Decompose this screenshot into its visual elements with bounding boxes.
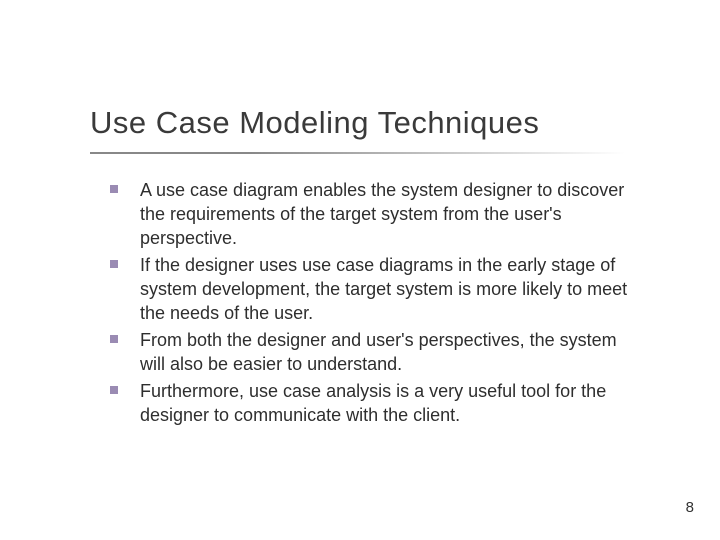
bullet-text: From both the designer and user's perspe… [140, 328, 640, 376]
bullet-text: A use case diagram enables the system de… [140, 178, 640, 250]
slide-title-block: Use Case Modeling Techniques [90, 105, 680, 141]
page-number: 8 [686, 499, 694, 516]
square-bullet-icon [110, 335, 118, 343]
list-item: A use case diagram enables the system de… [110, 178, 640, 250]
slide: Use Case Modeling Techniques A use case … [0, 0, 720, 540]
list-item: From both the designer and user's perspe… [110, 328, 640, 376]
title-underline [90, 152, 625, 154]
square-bullet-icon [110, 260, 118, 268]
square-bullet-icon [110, 185, 118, 193]
square-bullet-icon [110, 386, 118, 394]
list-item: Furthermore, use case analysis is a very… [110, 379, 640, 427]
list-item: If the designer uses use case diagrams i… [110, 253, 640, 325]
slide-body: A use case diagram enables the system de… [110, 178, 640, 430]
slide-title: Use Case Modeling Techniques [90, 105, 680, 141]
bullet-text: If the designer uses use case diagrams i… [140, 253, 640, 325]
bullet-text: Furthermore, use case analysis is a very… [140, 379, 640, 427]
